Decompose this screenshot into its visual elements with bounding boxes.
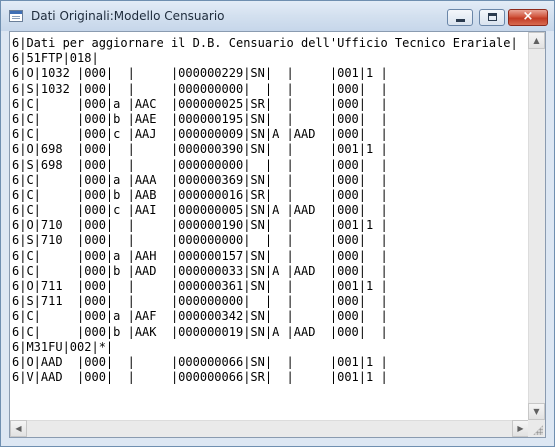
text-line: 6|O|AAD |000| | |000000066|SN| | |001|1 …: [12, 354, 529, 369]
text-line: 6|C| |000|a |AAC |000000025|SR| | |000| …: [12, 96, 529, 111]
text-line: 6|51FTP|018| |: [12, 51, 529, 66]
text-line: 6|O|710 |000| | |000000190|SN| | |001|1 …: [12, 218, 529, 233]
text-content[interactable]: 6|Dati per aggiornare il D.B. Censuario …: [10, 32, 529, 420]
text-line: 6|C| |000|b |AAK |000000019|SN|A |AAD |0…: [12, 324, 529, 339]
maximize-icon: [488, 13, 497, 21]
text-line: 6|V|AAD |000| | |000000066|SR| | |001|1 …: [12, 370, 529, 385]
text-line: 6|O|698 |000| | |000000390|SN| | |001|1 …: [12, 142, 529, 157]
scroll-right-button[interactable]: ▶: [512, 420, 529, 437]
vertical-scrollbar[interactable]: ▲ ▼: [528, 32, 545, 420]
text-line: 6|S|698 |000| | |000000000| | | |000| | …: [12, 157, 529, 172]
text-line: 6|C| |000|a |AAF |000000342|SN| | |000| …: [12, 309, 529, 324]
scroll-down-button[interactable]: ▼: [528, 403, 545, 420]
window-title: Dati Originali:Modello Censuario: [31, 9, 225, 23]
close-button[interactable]: ×: [508, 9, 548, 26]
text-line: 6|O|711 |000| | |000000361|SN| | |001|1 …: [12, 279, 529, 293]
window: Dati Originali:Modello Censuario × 6|Dat…: [0, 0, 555, 447]
text-line: 6|O|1032 |000| | |000000229|SN| | |001|1…: [12, 66, 529, 81]
horizontal-scrollbar[interactable]: ◀ ▶: [10, 420, 529, 437]
close-icon: ×: [522, 9, 534, 24]
text-line: 6|C| |000|c |AAI |000000005|SN|A |AAD |0…: [12, 203, 529, 218]
minimize-icon: [456, 19, 465, 22]
text-line: 6|C| |000|b |AAB |000000016|SR| | |000| …: [12, 187, 529, 202]
text-lines: 6|Dati per aggiornare il D.B. Censuario …: [10, 32, 529, 385]
text-line: 6|Dati per aggiornare il D.B. Censuario …: [12, 36, 518, 50]
minimize-button[interactable]: [447, 9, 473, 26]
scroll-left-button[interactable]: ◀: [10, 420, 27, 437]
text-line: 6|S|710 |000| | |000000000| | | |000| | …: [12, 233, 529, 248]
scroll-up-button[interactable]: ▲: [528, 32, 545, 49]
text-line: 6|C| |000|a |AAH |000000157|SN| | |000| …: [12, 248, 529, 263]
text-line: 6|S|711 |000| | |000000000| | | |000| | …: [12, 294, 529, 309]
title-bar[interactable]: Dati Originali:Modello Censuario ×: [1, 1, 554, 31]
text-line: 6|C| |000|a |AAA |000000369|SN| | |000| …: [12, 172, 529, 187]
text-line: 6|C| |000|b |AAD |000000033|SN|A |AAD |0…: [12, 263, 529, 278]
text-line: 6|S|1032 |000| | |000000000| | | |000| |…: [12, 81, 529, 96]
text-line: 6|C| |000|c |AAJ |000000009|SN|A |AAD |0…: [12, 127, 529, 142]
maximize-button[interactable]: [479, 9, 505, 26]
document-icon[interactable]: [9, 10, 23, 22]
text-viewer[interactable]: 6|Dati per aggiornare il D.B. Censuario …: [9, 31, 546, 438]
resize-grip-icon: [533, 425, 543, 435]
text-line: 6|C| |000|b |AAE |000000195|SN| | |000| …: [12, 111, 529, 126]
size-grip[interactable]: [528, 420, 545, 437]
text-line: 6|M31FU|002|*| |: [12, 339, 529, 354]
